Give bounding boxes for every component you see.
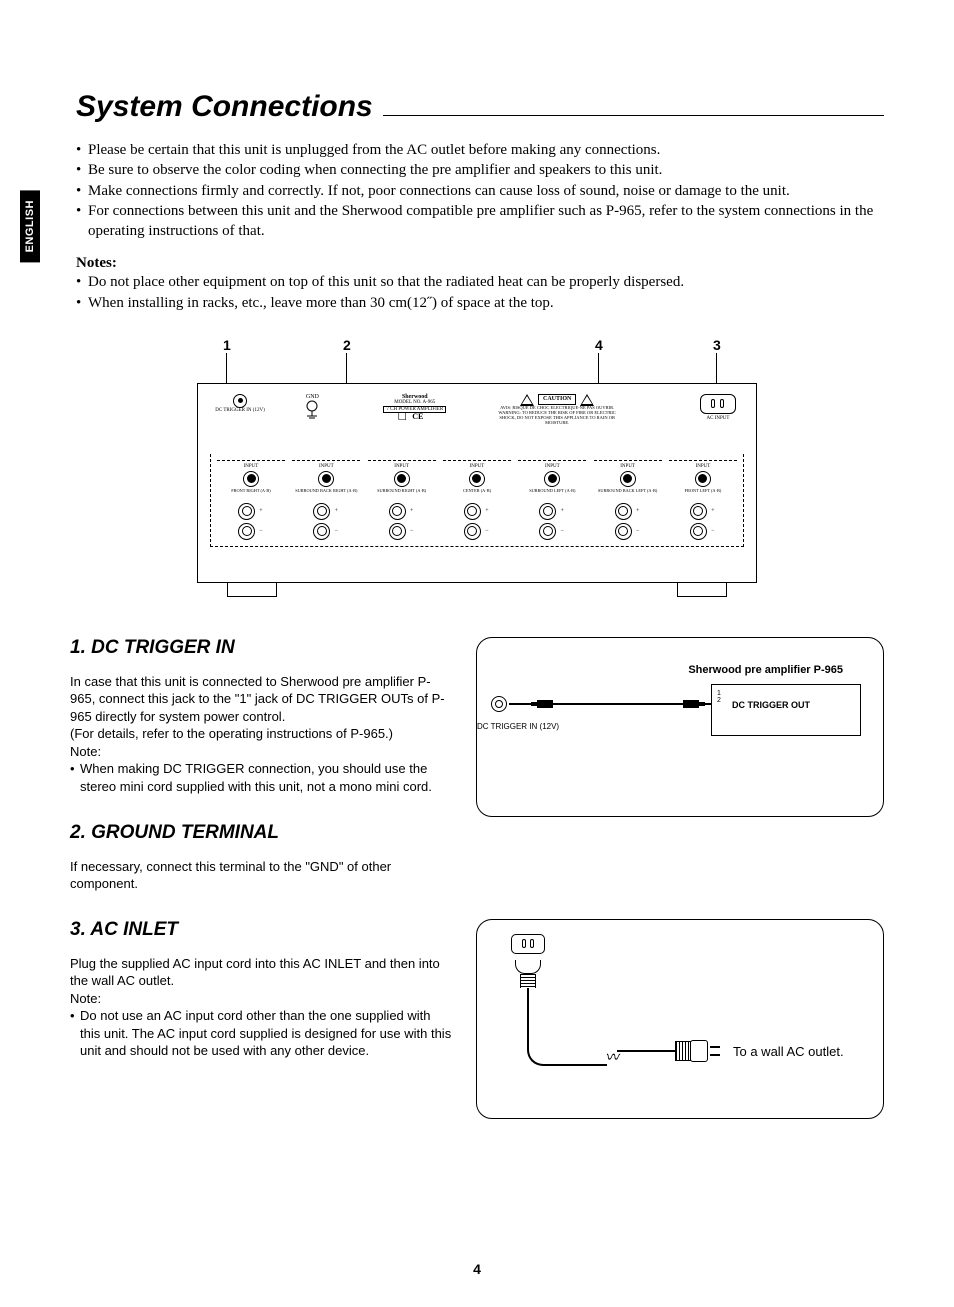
callout-2: 2 [343, 337, 351, 353]
channel: INPUTSURROUND LEFT (A·B)+− [518, 460, 586, 540]
section-1-heading: 1. DC TRIGGER IN [70, 637, 452, 659]
ac-inlet: AC INPUT [692, 394, 744, 421]
section-3-body: Plug the supplied AC input cord into thi… [70, 955, 452, 1060]
channel: INPUTFRONT RIGHT (A·B)+− [217, 460, 285, 540]
notes-bullet: When installing in racks, etc., leave mo… [88, 293, 884, 313]
intro-list: •Please be certain that this unit is unp… [76, 140, 884, 241]
title-rule [383, 115, 884, 116]
intro-bullet: Be sure to observe the color coding when… [88, 160, 884, 180]
callout-4: 4 [595, 337, 603, 353]
wall-outlet-label: To a wall AC outlet. [733, 1044, 844, 1059]
dc-trigger-in-jack: DC TRIGGER IN (12V) [210, 394, 270, 413]
section-1-body: In case that this unit is connected to S… [70, 673, 452, 796]
p965-box: 1 2 DC TRIGGER OUT [711, 684, 861, 736]
intro-bullet: Make connections firmly and correctly. I… [88, 181, 884, 201]
ac-socket-icon [511, 934, 545, 954]
channel: INPUTSURROUND BACK LEFT (A·B)+− [594, 460, 662, 540]
page-title-row: System Connections [76, 90, 884, 124]
p965-label: Sherwood pre amplifier P-965 [688, 664, 843, 676]
brand-label: Sherwood [355, 394, 475, 401]
section-2-body: If necessary, connect this terminal to t… [70, 858, 452, 893]
foot [227, 583, 277, 597]
dc-trigger-in-icon [491, 696, 507, 712]
channel: INPUTFRONT LEFT (A·B)+− [669, 460, 737, 540]
speaker-channels: INPUTFRONT RIGHT (A·B)+− INPUTSURROUND B… [210, 454, 744, 547]
mini-plug-icon [531, 698, 555, 710]
intro-bullet: Please be certain that this unit is unpl… [88, 140, 884, 160]
callout-3: 3 [713, 337, 721, 353]
ground-terminal: GND [292, 394, 332, 420]
intro-bullet: For connections between this unit and th… [88, 201, 884, 242]
ac-plug-icon [515, 960, 541, 988]
warning-text: AVIS: RISQUE DE CHOC ELECTRIQUE-NE PAS O… [497, 406, 617, 426]
rear-panel-diagram: 1 2 4 3 DC TRIGGER IN (12V) GND Sherwood… [197, 337, 757, 597]
section-2-heading: 2. GROUND TERMINAL [70, 822, 452, 844]
caution-label: CAUTION [538, 394, 576, 405]
notes-list: •Do not place other equipment on top of … [76, 272, 884, 313]
figure-dc-trigger: Sherwood pre amplifier P-965 1 2 DC TRIG… [476, 637, 884, 817]
warning-block: CAUTION AVIS: RISQUE DE CHOC ELECTRIQUE-… [497, 394, 617, 426]
language-tab: ENGLISH [20, 190, 40, 262]
page-title: System Connections [76, 90, 373, 124]
dc-in-label: DC TRIGGER IN (12V) [210, 408, 270, 413]
callout-1: 1 [223, 337, 231, 353]
mini-plug-icon [683, 698, 707, 710]
channel: INPUTSURROUND BACK RIGHT (A·B)+− [292, 460, 360, 540]
wall-plug-icon [675, 1040, 720, 1062]
foot [677, 583, 727, 597]
ac-inlet-label: AC INPUT [692, 416, 744, 421]
warning-triangle-icon [580, 394, 594, 406]
notes-heading: Notes: [76, 255, 884, 272]
dc-trigger-in-label: DC TRIGGER IN (12V) [477, 722, 559, 731]
gnd-label: GND [292, 394, 332, 400]
section-3-heading: 3. AC INLET [70, 919, 452, 941]
channel: INPUTCENTER (A·B)+− [443, 460, 511, 540]
notes-bullet: Do not place other equipment on top of t… [88, 272, 884, 292]
warning-triangle-icon [520, 394, 534, 406]
page-number: 4 [0, 1261, 954, 1277]
model-label-block: Sherwood MODEL NO. A-965 7 CH POWER AMPL… [355, 394, 475, 422]
channel: INPUTSURROUND RIGHT (A·B)+− [368, 460, 436, 540]
figure-ac-inlet: 〰 To a wall AC outlet. [476, 919, 884, 1119]
